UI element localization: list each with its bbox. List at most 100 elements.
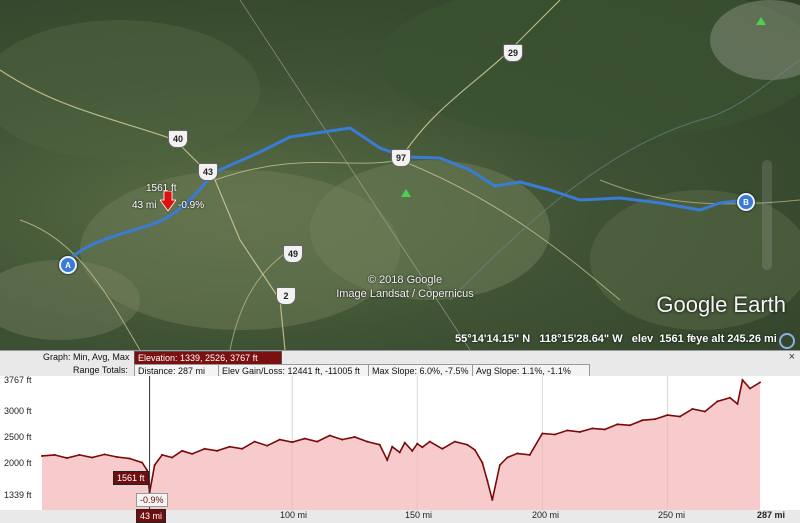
elevation-point	[391, 445, 394, 448]
elevation-point	[741, 379, 744, 381]
highway-shield-2: 2	[276, 287, 296, 305]
elevation-point	[481, 461, 484, 464]
map-cursor-slope: -0.9%	[178, 200, 205, 211]
elevation-chart[interactable]	[0, 376, 800, 510]
elevation-point	[128, 457, 131, 460]
elevation-point	[473, 448, 476, 451]
eye-alt-value: 245.26 mi	[727, 333, 777, 345]
elevation-point	[653, 418, 656, 421]
eye-alt-label: eye alt	[690, 333, 725, 345]
elevation-point	[553, 433, 556, 436]
elevation-point	[171, 456, 174, 459]
elevation-point	[341, 438, 344, 441]
elevation-point	[498, 464, 501, 467]
elevation-point	[78, 453, 81, 456]
elevation-point	[328, 434, 331, 437]
elevation-point	[103, 453, 106, 456]
elevation-point	[66, 456, 69, 459]
elevation-point	[566, 429, 569, 432]
elevation-label: elev	[631, 333, 654, 345]
latitude: 55°14'14.15" N	[455, 333, 531, 345]
elevation-point	[53, 453, 56, 456]
elevation-point	[691, 407, 694, 410]
close-profile-button[interactable]: ×	[789, 351, 795, 363]
elevation-point	[441, 447, 444, 450]
route-end-pin[interactable]: B	[737, 193, 755, 211]
loading-ring-icon	[779, 333, 795, 349]
y-tick-min: 1339 ft	[4, 490, 32, 500]
elevation-point	[728, 396, 731, 399]
cursor-slope-tag: -0.9%	[136, 493, 168, 507]
elevation-point	[528, 453, 531, 456]
highway-shield-40: 40	[168, 130, 188, 148]
elevation-point	[716, 400, 719, 403]
elevation-point	[516, 452, 519, 455]
y-tick-2500: 2500 ft	[4, 432, 32, 442]
elevation-point	[266, 444, 269, 447]
elevation-point	[628, 424, 631, 427]
elevation-point	[153, 464, 156, 467]
elevation-point	[603, 428, 606, 431]
longitude: 118°15'28.64" W	[539, 333, 623, 345]
elevation-point	[116, 455, 119, 458]
elevation-point	[141, 461, 144, 464]
elevation-point	[759, 381, 761, 384]
elevation-point	[203, 447, 206, 450]
elevation-chart-svg	[41, 376, 761, 510]
zoom-slider[interactable]	[762, 160, 772, 270]
elevation-point	[291, 441, 294, 444]
x-tick-cursor: 43 mi	[136, 509, 167, 523]
elevation-point	[403, 441, 406, 444]
elevation-point	[453, 440, 456, 443]
highway-shield-97: 97	[391, 149, 411, 167]
elevation-point	[161, 453, 164, 456]
elevation-point	[703, 410, 706, 413]
elevation-point	[378, 443, 381, 446]
elevation-point	[736, 402, 739, 405]
route-start-pin[interactable]: A	[59, 256, 77, 274]
elevation-point	[316, 440, 319, 443]
elevation-point	[678, 415, 681, 418]
cursor-coordinates: 55°14'14.15" N 118°15'28.64" W elev 1561…	[455, 333, 694, 345]
elevation-point	[491, 498, 494, 501]
elevation-point	[41, 454, 43, 457]
elevation-point	[303, 437, 306, 440]
highway-shield-29: 29	[503, 44, 523, 62]
elevation-point	[241, 447, 244, 450]
park-icon-2	[756, 17, 766, 25]
elevation-point	[411, 449, 414, 452]
graph-label: Graph: Min, Avg, Max	[43, 352, 130, 362]
y-tick-max: 3767 ft	[4, 375, 32, 385]
elevation-point	[616, 423, 619, 426]
elevation-value: 1561 ft	[659, 333, 695, 345]
elevation-point	[748, 387, 751, 390]
elevation-point	[366, 440, 369, 443]
imagery-copyright: © 2018 Google Image Landsat / Copernicus	[330, 273, 480, 301]
elevation-point	[416, 442, 419, 445]
x-tick-200: 200 mi	[532, 510, 560, 520]
copyright-line-2: Image Landsat / Copernicus	[336, 288, 474, 300]
map-view[interactable]: 40 43 29 97 49 2 A B 1561 ft 43 mi -0.9%…	[0, 0, 800, 350]
y-tick-2000: 2000 ft	[4, 458, 32, 468]
elevation-point	[666, 414, 669, 417]
elevation-point	[216, 449, 219, 452]
x-tick-end: 287 mi	[757, 510, 786, 520]
elevation-point	[91, 456, 94, 459]
elevation-point	[486, 479, 489, 482]
elevation-point	[641, 419, 644, 422]
elevation-point	[398, 451, 401, 454]
elevation-point	[506, 456, 509, 459]
elevation-point	[386, 459, 389, 462]
google-earth-logo: Google Earth	[656, 292, 786, 317]
y-tick-3000: 3000 ft	[4, 406, 32, 416]
elevation-point	[181, 449, 184, 452]
x-tick-100: 100 mi	[280, 510, 308, 520]
elevation-point	[278, 438, 281, 441]
x-tick-150: 150 mi	[405, 510, 433, 520]
elevation-point	[228, 445, 231, 448]
elevation-point	[253, 440, 256, 443]
elevation-point	[541, 432, 544, 435]
cursor-elevation-tag: 1561 ft	[113, 471, 149, 485]
elevation-point	[428, 440, 431, 443]
x-tick-250: 250 mi	[658, 510, 686, 520]
